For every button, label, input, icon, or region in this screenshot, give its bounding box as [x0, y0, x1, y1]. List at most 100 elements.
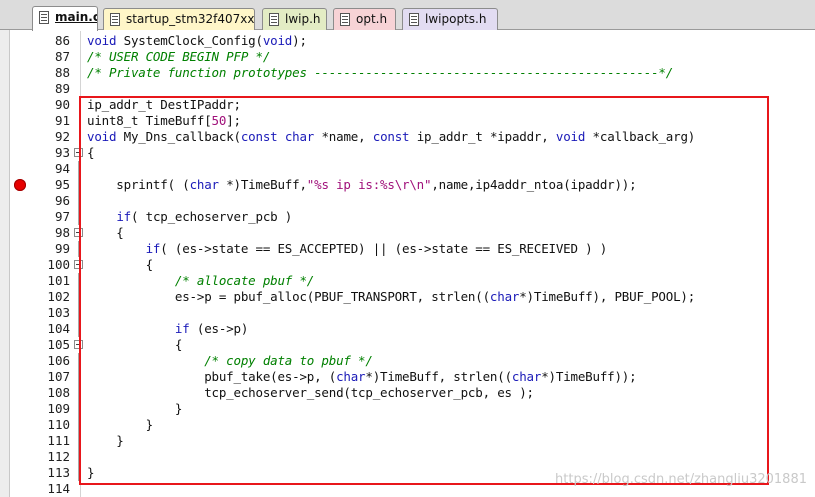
line-number: 100: [47, 257, 70, 272]
code-text: {: [87, 145, 95, 160]
code-text: ip_addr_t DestIPaddr;: [87, 97, 241, 112]
code-line[interactable]: 112: [10, 449, 815, 465]
code-line[interactable]: 99 if( (es->state == ES_ACCEPTED) || (es…: [10, 241, 815, 257]
fold-guide: [78, 401, 79, 417]
code-line[interactable]: 111 }: [10, 433, 815, 449]
line-number: 103: [47, 305, 70, 320]
fold-collapse-icon[interactable]: [74, 260, 83, 269]
line-number: 88: [54, 65, 70, 80]
code-line[interactable]: 109 }: [10, 401, 815, 417]
line-number: 110: [47, 417, 70, 432]
file-icon: [110, 13, 120, 26]
code-line[interactable]: 107 pbuf_take(es->p, (char*)TimeBuff, st…: [10, 369, 815, 385]
watermark: https://blog.csdn.net/zhangliu3201881: [555, 472, 807, 487]
code-line[interactable]: 93 {: [10, 145, 815, 161]
code-line[interactable]: 88 /* Private function prototypes -------…: [10, 65, 815, 81]
line-number: 87: [54, 49, 70, 64]
fold-guide: [78, 369, 79, 385]
fold-guide: [78, 353, 79, 369]
line-number: 105: [47, 337, 70, 352]
line-number: 107: [47, 369, 70, 384]
fold-guide: [78, 161, 79, 177]
code-line[interactable]: 104 if (es->p): [10, 321, 815, 337]
code-line[interactable]: 94: [10, 161, 815, 177]
fold-guide: [78, 465, 79, 481]
fold-collapse-icon[interactable]: [74, 148, 83, 157]
code-text: if (es->p): [174, 321, 249, 336]
fold-collapse-icon[interactable]: [74, 228, 83, 237]
code-text: pbuf_take(es->p, (char*)TimeBuff, strlen…: [87, 369, 637, 384]
line-number: 102: [47, 289, 70, 304]
line-number: 112: [47, 449, 70, 464]
code-text: if( tcp_echoserver_pcb ): [116, 209, 293, 224]
code-text: void My_Dns_callback(const char *name, c…: [87, 129, 696, 144]
tab-startup-stm32f407xx-s[interactable]: startup_stm32f407xx.s: [103, 8, 255, 30]
file-icon: [340, 13, 350, 26]
fold-guide: [78, 193, 79, 209]
tab-lwip-h[interactable]: lwip.h: [262, 8, 327, 30]
tab-lwipopts-h[interactable]: lwipopts.h: [402, 8, 498, 30]
code-line[interactable]: 91 uint8_t TimeBuff[50];: [10, 113, 815, 129]
fold-guide: [78, 241, 79, 257]
code-text: es->p = pbuf_alloc(PBUF_TRANSPORT, strle…: [87, 289, 696, 304]
line-number: 94: [54, 161, 70, 176]
code-line[interactable]: 110 }: [10, 417, 815, 433]
file-icon: [39, 11, 49, 24]
breakpoint-gutter[interactable]: [0, 30, 10, 497]
code-line[interactable]: 108 tcp_echoserver_send(tcp_echoserver_p…: [10, 385, 815, 401]
fold-guide: [78, 321, 79, 337]
fold-guide: [78, 273, 79, 289]
code-text: uint8_t TimeBuff[50];: [87, 113, 241, 128]
fold-collapse-icon[interactable]: [74, 340, 83, 349]
code-line[interactable]: 97 if( tcp_echoserver_pcb ): [10, 209, 815, 225]
code-text: tcp_echoserver_send(tcp_echoserver_pcb, …: [87, 385, 534, 400]
code-text: /* USER CODE BEGIN PFP */: [87, 49, 271, 64]
fold-guide: [78, 209, 79, 225]
code-text: {: [87, 225, 124, 240]
code-line[interactable]: 87 /* USER CODE BEGIN PFP */: [10, 49, 815, 65]
code-line[interactable]: 105 {: [10, 337, 815, 353]
line-number: 91: [54, 113, 70, 128]
tab-label: startup_stm32f407xx.s: [126, 12, 255, 26]
line-number: 96: [54, 193, 70, 208]
fold-guide: [78, 385, 79, 401]
line-number: 99: [54, 241, 70, 256]
code-line[interactable]: 95 sprintf( (char *)TimeBuff,"%s ip is:%…: [10, 177, 815, 193]
code-line[interactable]: 86 void SystemClock_Config(void);: [10, 33, 815, 49]
line-number: 90: [54, 97, 70, 112]
code-line[interactable]: 100 {: [10, 257, 815, 273]
code-line[interactable]: 106 /* copy data to pbuf */: [10, 353, 815, 369]
code-text: }: [87, 401, 183, 416]
code-text: {: [87, 257, 154, 272]
code-line[interactable]: 102 es->p = pbuf_alloc(PBUF_TRANSPORT, s…: [10, 289, 815, 305]
code-line[interactable]: 89: [10, 81, 815, 97]
tab-opt-h[interactable]: opt.h: [333, 8, 396, 30]
file-icon: [269, 13, 279, 26]
code-line[interactable]: 103: [10, 305, 815, 321]
code-line[interactable]: 92 void My_Dns_callback(const char *name,…: [10, 129, 815, 145]
breakpoint-icon[interactable]: [14, 179, 26, 191]
code-line[interactable]: 96: [10, 193, 815, 209]
code-line[interactable]: 90 ip_addr_t DestIPaddr;: [10, 97, 815, 113]
tab-label: main.c: [55, 10, 98, 24]
tab-main-c[interactable]: main.c: [32, 6, 98, 31]
file-tab-bar: main.c startup_stm32f407xx.s lwip.h opt.h lw…: [0, 0, 815, 31]
code-text: {: [87, 337, 183, 352]
fold-guide: [78, 177, 79, 193]
line-number: 104: [47, 321, 70, 336]
line-number: 98: [54, 225, 70, 240]
fold-guide: [78, 433, 79, 449]
line-number: 108: [47, 385, 70, 400]
file-icon: [409, 13, 419, 26]
code-line[interactable]: 101 /* allocate pbuf */: [10, 273, 815, 289]
line-number: 86: [54, 33, 70, 48]
line-number: 101: [47, 273, 70, 288]
line-number: 89: [54, 81, 70, 96]
line-number: 113: [47, 465, 70, 480]
tab-label: opt.h: [356, 12, 388, 26]
code-line[interactable]: 98 {: [10, 225, 815, 241]
tab-label: lwip.h: [285, 12, 321, 26]
line-number: 106: [47, 353, 70, 368]
line-number: 114: [47, 481, 70, 496]
code-text: void SystemClock_Config(void);: [87, 33, 307, 48]
